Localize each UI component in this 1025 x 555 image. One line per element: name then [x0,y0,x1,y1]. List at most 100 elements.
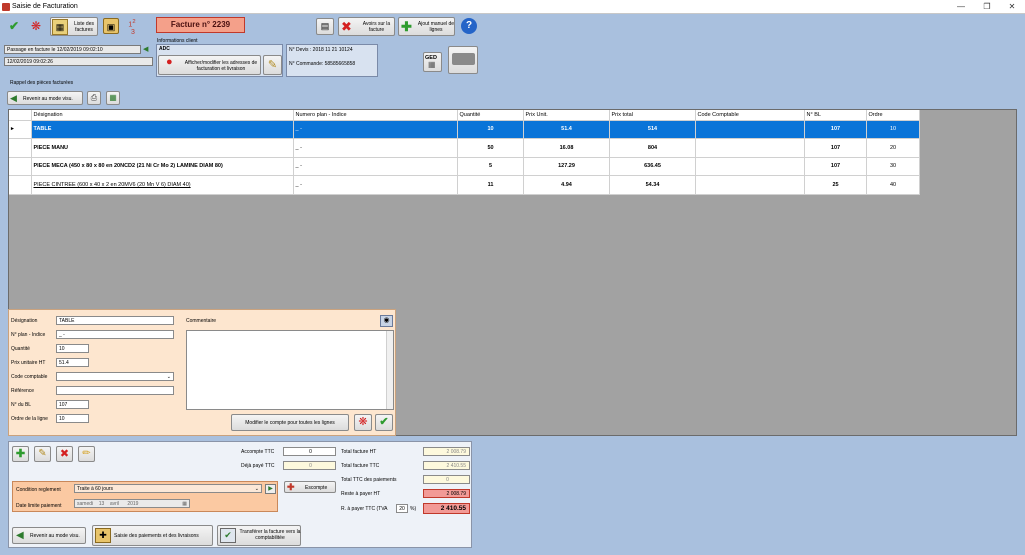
designation-input[interactable]: TABLE [56,316,174,325]
add-plus-icon: ✚ [401,19,412,34]
plan-input[interactable]: _ - [56,330,174,339]
condition-reglement-panel: Condition reglement Traite à 60 jours ⌄ … [12,481,278,512]
scanner-button[interactable] [448,46,478,74]
cancel-flower-icon: ❋ [358,416,368,428]
tva-input[interactable]: 20 [396,504,408,513]
window-title: Saisie de Facturation [12,3,78,10]
devis-panel: N° Devis : 2018 11 21 10124 N° Commande:… [286,44,378,77]
rappel-revenir-button[interactable]: ◀ Revenir au mode visu. [7,91,83,105]
restore-icon[interactable]: ❐ [974,1,1000,13]
info-client-panel: ADC ● Afficher/modifier les adresses de … [156,44,283,77]
minimize-icon[interactable]: — [948,1,974,13]
bl-input[interactable]: 107 [56,400,89,409]
rappel-label: Rappel des pièces facturées [10,80,74,86]
play-icon[interactable]: ▶ [265,484,276,494]
chevron-down-icon: ⌄ [254,486,259,492]
validate-check-icon[interactable]: ✔ [6,18,22,34]
col-ordre[interactable]: Ordre [866,110,920,121]
numbering-icon[interactable]: 12 3 [124,18,140,36]
pencil-icon: ✎ [267,59,278,71]
delete-x-icon: ✖ [59,448,70,460]
tool-line-button[interactable]: ✏ [78,446,95,462]
invoice-list-icon: ▦ [52,19,68,35]
col-quantite[interactable]: Quantité [457,110,524,121]
col-plan[interactable]: Numero plan - Indice [293,110,458,121]
comment-scrollbar[interactable] [386,331,393,409]
col-prix-total[interactable]: Prix total [609,110,696,121]
comment-tool-icon[interactable]: ◉ [380,315,393,327]
avoirs-button[interactable]: ✖ Avoirs sur la facture [338,17,395,36]
ajout-manuel-button[interactable]: ✚ Ajout manuel de lignes [398,17,455,36]
check-icon: ✔ [379,416,389,428]
brush-icon: ✏ [82,448,91,459]
modifier-compte-button[interactable]: Modifier le compte pour toutes les ligne… [231,414,349,431]
devis-number: N° Devis : 2018 11 21 10124 [289,47,353,53]
code-comptable-select[interactable]: ⌄ [56,372,174,381]
edit-line-button[interactable]: ✎ [34,446,51,462]
total-ttc-field: 2 410.55 [423,461,470,470]
validate-line-button[interactable]: ✔ [375,414,393,431]
row-selector-icon[interactable]: ▸ [9,120,32,139]
calendar-dropdown-icon: ▦ [182,501,187,507]
reference-input[interactable] [56,386,174,395]
export-button[interactable]: ▦ [106,91,120,105]
delete-line-button[interactable]: ✖ [56,446,73,462]
commentaire-textarea[interactable] [186,330,394,410]
ged-button[interactable]: GED ▦ [423,52,442,72]
app-icon [2,3,10,11]
col-prix-unit[interactable]: Prix Unit. [523,110,610,121]
line-edit-panel: Désignation TABLE N° plan - Indice _ - Q… [8,309,396,436]
col-designation[interactable]: Désignation [31,110,294,121]
passage-facture-field: Passage en facture le 12/02/2019 09:02:1… [4,45,141,54]
money-icon[interactable]: ▣ [103,18,119,34]
table-row[interactable]: PIECE MANU _ - 50 16.08 804 107 20 [9,138,920,158]
escompte-button[interactable]: ✚ Escompte [284,481,336,493]
acompte-input[interactable]: 0 [283,447,336,456]
map-pin-icon: ● [166,56,173,68]
date-field: 12/02/2019 09:02:26 [4,57,153,66]
table-header: Désignation Numero plan - Indice Quantit… [9,110,920,121]
print-button[interactable]: ⎙ [87,91,101,105]
scanner-icon [452,53,475,65]
avoir-x-icon: ✖ [341,19,352,34]
ordre-input[interactable]: 10 [56,414,89,423]
edit-address-button[interactable]: ✎ [263,55,282,75]
plus-icon: ✚ [15,448,26,460]
table-row[interactable]: PIECE MECA (450 x 80 x 80 en 20NCD2 (21 … [9,157,920,176]
back-arrow-icon: ◀ [10,93,17,103]
transferer-button[interactable]: ✔ Transférer la facture vers la comptabi… [217,525,301,546]
liste-factures-button[interactable]: ▦ Liste des factures [50,17,98,36]
pencil-icon: ✎ [38,448,47,459]
monitor-icon: ▤ [320,21,330,31]
bottom-revenir-button[interactable]: ◀ Revenir au mode visu. [12,527,86,544]
back-arrow-icon: ◀ [16,530,24,541]
add-line-button[interactable]: ✚ [12,446,29,462]
payment-icon: ✚ [95,528,111,543]
saisie-paiements-button[interactable]: ✚ Saisie des paiements et des livraisons [92,525,213,546]
facture-number-title: Facture n° 2239 [156,17,245,33]
table-row[interactable]: ▸ TABLE _ - 10 51.4 514 107 10 [9,120,920,139]
printer-icon: ⎙ [90,93,98,102]
arrow-left-icon[interactable]: ◀ [143,45,148,53]
total-ht-field: 2 008.79 [423,447,470,456]
a-payer-ttc-field: 2 410.55 [423,503,470,514]
col-bl[interactable]: N° BL [804,110,867,121]
deja-paye-field: 0 [283,461,336,470]
transfer-check-icon: ✔ [220,528,236,543]
condition-select[interactable]: Traite à 60 jours ⌄ [74,484,262,493]
help-icon[interactable]: ? [461,18,477,34]
adresses-button[interactable]: ● Afficher/modifier les adresses de fact… [158,55,261,75]
close-icon[interactable]: ✕ [999,1,1025,13]
client-name: ADC [159,46,170,52]
screen-button[interactable]: ▤ [316,18,334,35]
col-code-comptable[interactable]: Code Comptable [695,110,805,121]
cancel-line-button[interactable]: ❋ [354,414,372,431]
reste-ht-field: 2 008.79 [423,489,470,498]
date-limite-picker[interactable]: samedi 13 avril 2019 ▦ [74,499,190,508]
document-icon: ▦ [428,60,436,69]
total-paiements-field: 0 [423,475,470,484]
quantite-input[interactable]: 10 [56,344,89,353]
prix-unitaire-input[interactable]: 51.4 [56,358,89,367]
cancel-flower-icon[interactable]: ❋ [28,18,44,34]
table-row[interactable]: PIECE CINTREE (600 x 40 x 2 en 20MV6 (20… [9,175,920,195]
